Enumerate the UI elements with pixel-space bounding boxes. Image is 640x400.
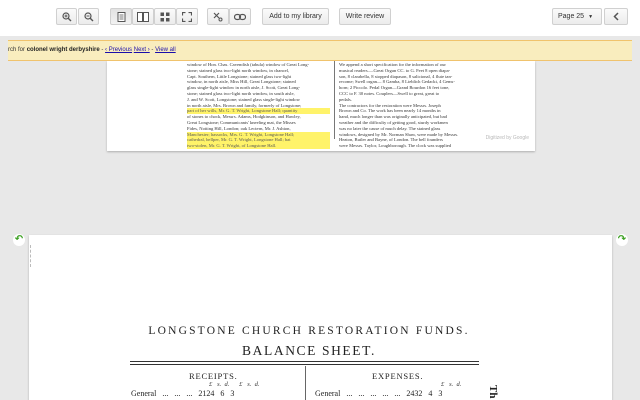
rotate-left-icon[interactable]: ↶ — [13, 234, 25, 246]
fullscreen-button[interactable] — [176, 8, 198, 25]
divider-rule — [130, 361, 479, 362]
text-line: were Messrs. Taylor, Loughborough. The c… — [339, 143, 452, 149]
text-line: two-stolen, Mr. G. T. Wright, of Longsto… — [187, 143, 330, 149]
zoom-in-button[interactable] — [56, 8, 77, 25]
digitized-watermark: Digitized by Google — [485, 135, 529, 141]
page-edge-mark — [30, 245, 31, 267]
page-select-value: Page 25 — [558, 13, 585, 20]
rotate-right-icon[interactable]: ↷ — [616, 234, 628, 246]
column-divider — [334, 61, 335, 139]
book-viewer[interactable]: window of Hon. Chas. Cavendish (tabula) … — [8, 61, 640, 400]
search-prefix: rch for — [8, 47, 26, 53]
receipts-row: General ... ... ... 2124 6 3 — [131, 389, 235, 398]
page-column-left: window of Hon. Chas. Cavendish (tabula) … — [187, 62, 330, 149]
back-button[interactable] — [604, 8, 628, 25]
divider-rule — [130, 364, 479, 365]
text-line: window of Hon. Chas. Cavendish (tabula) … — [187, 62, 310, 67]
search-query: colonel wright derbyshire — [26, 47, 100, 53]
two-page-icon — [137, 11, 149, 22]
units-left: £ s. d. £ s. d. — [209, 381, 260, 388]
column-divider — [305, 366, 306, 400]
search-results-bar: rch for colonel wright derbyshire - ‹ Pr… — [8, 40, 632, 61]
expenses-header: EXPENSES. — [372, 371, 424, 381]
clip-icon — [213, 12, 223, 21]
thumbnail-view-button[interactable] — [154, 8, 176, 25]
book-page-25: LONGSTONE CHURCH RESTORATION FUNDS. BALA… — [29, 235, 612, 400]
next-result-link[interactable]: Next › — [134, 47, 150, 53]
zoom-out-button[interactable] — [78, 8, 99, 25]
write-review-button[interactable]: Write review — [339, 8, 391, 25]
thumbnails-icon — [160, 12, 170, 21]
viewer-toolbar: Add to my library Write review Page 25 ▼ — [0, 0, 640, 36]
one-page-view-button[interactable] — [110, 8, 132, 25]
add-to-library-button[interactable]: Add to my library — [262, 8, 329, 25]
chevron-down-icon: ▼ — [588, 13, 594, 20]
book-page-24: window of Hon. Chas. Cavendish (tabula) … — [107, 61, 535, 151]
zoom-out-icon — [83, 11, 93, 21]
previous-result-link[interactable]: ‹ Previous — [105, 47, 132, 53]
view-all-link[interactable]: View all — [155, 47, 176, 53]
one-page-icon — [117, 11, 125, 22]
receipts-header: RECEIPTS. — [189, 371, 238, 381]
page-title: LONGSTONE CHURCH RESTORATION FUNDS. — [148, 325, 470, 337]
link-button[interactable] — [229, 8, 251, 25]
link-icon — [234, 13, 246, 20]
rotated-margin-text: Th — [487, 385, 499, 399]
two-page-view-button[interactable] — [132, 8, 154, 25]
page-subtitle: BALANCE SHEET. — [242, 343, 376, 358]
page-select[interactable]: Page 25 ▼ — [552, 8, 602, 25]
fullscreen-icon — [182, 11, 192, 22]
expenses-row: General ... ... ... ... ... 2432 4 3 — [315, 389, 443, 398]
page-column-right: We append a short specification for the … — [339, 62, 479, 149]
clip-button[interactable] — [207, 8, 229, 25]
units-right: £ s. d. — [441, 381, 462, 388]
chevron-left-icon — [613, 12, 619, 21]
zoom-in-icon — [61, 11, 71, 21]
